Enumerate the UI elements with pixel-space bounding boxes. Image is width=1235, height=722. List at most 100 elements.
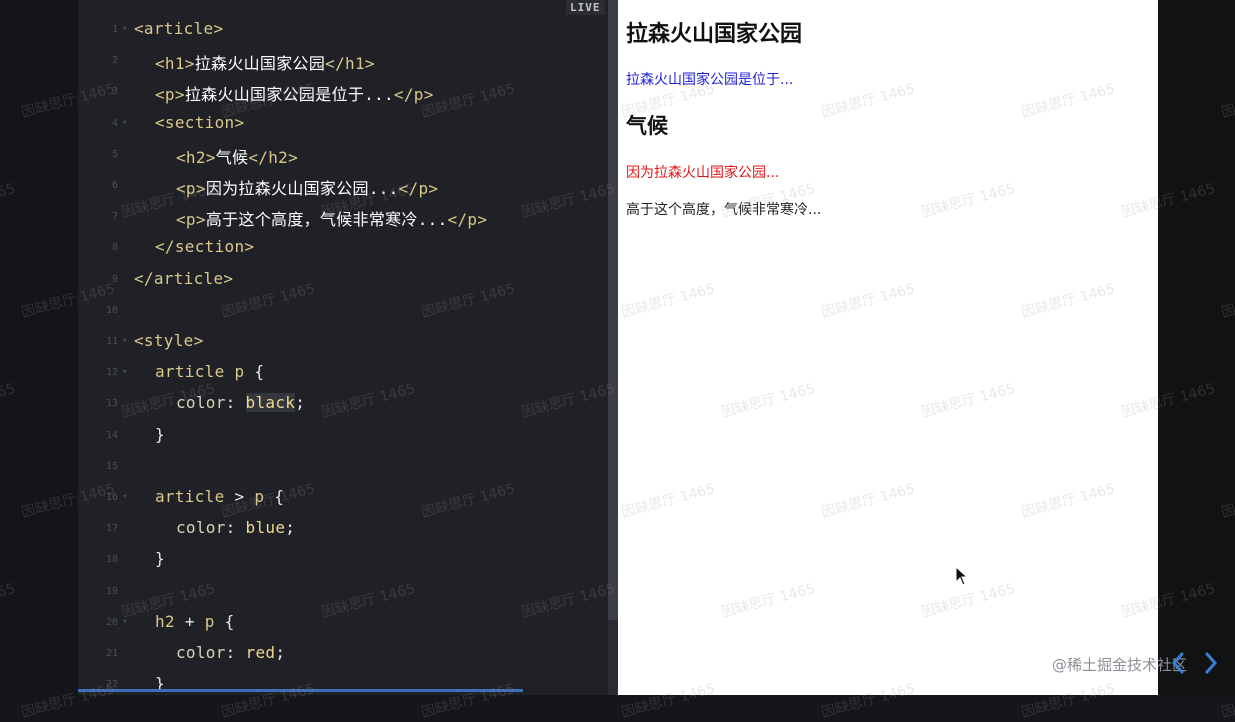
line-number: 17 xyxy=(105,523,118,535)
code-text: <p>高于这个高度，气候非常寒冷...</p> xyxy=(176,206,487,230)
code-token: + xyxy=(184,611,205,631)
code-token: ; xyxy=(295,393,306,413)
code-token: <article> xyxy=(134,19,224,38)
code-token: 拉森火山国家公园是位于... xyxy=(184,85,394,105)
fold-toggle-icon[interactable]: ▾ xyxy=(122,617,127,627)
line-number: 15 xyxy=(105,460,118,472)
line-number: 10 xyxy=(105,304,118,316)
fold-toggle-icon[interactable]: ▾ xyxy=(122,336,127,346)
fold-toggle-icon[interactable]: ▾ xyxy=(122,367,127,377)
line-number: 5 xyxy=(111,148,118,160)
code-token: : xyxy=(225,393,246,413)
code-token: black xyxy=(245,393,296,413)
live-preview-pane: 拉森火山国家公园 拉森火山国家公园是位于... 气候 因为拉森火山国家公园...… xyxy=(618,0,1158,695)
code-line[interactable]: 4 ▾ <section> xyxy=(78,109,608,140)
line-number: 1 xyxy=(111,24,118,35)
code-token: <section> xyxy=(155,112,245,132)
line-number: 11 xyxy=(105,336,118,347)
code-token: <h1> xyxy=(155,54,195,74)
code-token: color xyxy=(176,643,226,662)
line-number: 6 xyxy=(111,180,118,191)
code-text: </section> xyxy=(155,237,254,256)
preview-paragraph-cold: 高于这个高度，气候非常寒冷... xyxy=(626,202,822,218)
code-line[interactable]: 18} xyxy=(78,545,608,576)
video-frame-right xyxy=(1158,0,1235,695)
video-frame-left xyxy=(0,0,78,695)
line-number: 21 xyxy=(105,648,118,659)
code-line[interactable]: 20 ▾ h2 + p { xyxy=(78,608,608,639)
code-line[interactable]: 16 ▾ article > p { xyxy=(78,483,608,514)
code-text: <style> xyxy=(134,331,204,350)
code-token: </section> xyxy=(155,237,255,257)
line-number: 2 xyxy=(111,55,118,67)
code-token: <h2> xyxy=(176,147,216,167)
code-line[interactable]: 15 xyxy=(78,452,608,483)
code-text: <article> xyxy=(134,19,223,38)
code-token: <p> xyxy=(155,85,185,105)
line-number: 14 xyxy=(105,429,118,441)
code-token: blue xyxy=(245,518,286,538)
code-line[interactable]: 5 <h2>气候</h2> xyxy=(78,140,608,171)
code-line[interactable]: 11 ▾ <style> xyxy=(78,327,608,358)
code-text: article > p { xyxy=(155,487,284,506)
code-token: ; xyxy=(275,643,286,662)
fold-toggle-icon[interactable]: ▾ xyxy=(122,24,127,34)
code-token: </h2> xyxy=(248,147,299,167)
code-token: 拉森火山国家公园 xyxy=(194,54,326,74)
line-number: 20 xyxy=(105,616,118,628)
code-token: { xyxy=(224,611,235,631)
code-line[interactable]: 21 color: red; xyxy=(78,639,608,670)
code-token: 高于这个高度，气候非常寒冷... xyxy=(205,210,448,230)
code-token: p xyxy=(254,487,275,506)
code-text: color: red; xyxy=(176,643,285,662)
code-token: </p> xyxy=(447,210,488,230)
code-text: h2 + p { xyxy=(155,612,235,631)
code-line[interactable]: 7 <p>高于这个高度，气候非常寒冷...</p> xyxy=(78,202,608,233)
code-token: </p> xyxy=(393,85,434,105)
code-token: <p> xyxy=(176,179,206,198)
code-line[interactable]: 19 xyxy=(78,577,608,608)
chevron-left-icon[interactable] xyxy=(1170,651,1186,675)
code-line[interactable]: 3 <p>拉森火山国家公园是位于...</p> xyxy=(78,77,608,108)
live-preview-label: LIVE xyxy=(566,0,605,15)
code-text: } xyxy=(155,425,165,444)
editor-scrollbar-thumb[interactable] xyxy=(608,0,618,620)
code-text: color: black; xyxy=(176,393,306,413)
fold-toggle-icon[interactable]: ▾ xyxy=(122,492,127,502)
preview-paragraph-intro: 拉森火山国家公园是位于... xyxy=(626,72,794,88)
code-text: article p { xyxy=(155,362,264,381)
line-number: 19 xyxy=(105,585,118,597)
code-token: { xyxy=(254,362,265,382)
code-text: <h2>气候</h2> xyxy=(176,144,298,168)
code-line[interactable]: 1 ▾ <article> xyxy=(78,15,608,46)
code-token: > xyxy=(234,487,255,506)
code-line[interactable]: 12 ▾ article p { xyxy=(78,358,608,389)
fold-toggle-icon[interactable]: ▾ xyxy=(122,118,127,128)
code-token: : xyxy=(225,643,246,662)
code-token: </article> xyxy=(134,268,234,288)
code-editor[interactable]: 1 ▾ <article> 2 <h1>拉森火山国家公园</h1> 3 <p>拉森火山国家公… xyxy=(78,0,608,695)
credit-text: @稀土掘金技术社区 xyxy=(1052,656,1188,674)
preview-heading-1: 拉森火山国家公园 xyxy=(626,22,803,47)
code-token: 因为拉森火山国家公园... xyxy=(205,179,399,198)
chevron-right-icon[interactable] xyxy=(1203,651,1219,675)
code-text: } xyxy=(155,549,165,568)
code-line[interactable]: 10 xyxy=(78,296,608,327)
code-token: red xyxy=(245,643,276,662)
code-token: </h1> xyxy=(325,54,375,74)
line-number: 4 xyxy=(111,117,118,129)
code-token: color xyxy=(176,518,226,538)
code-line[interactable]: 2 <h1>拉森火山国家公园</h1> xyxy=(78,46,608,77)
line-number: 3 xyxy=(111,86,118,98)
code-line[interactable]: 14} xyxy=(78,421,608,452)
code-line[interactable]: 13 color: black; xyxy=(78,389,608,420)
code-line[interactable]: 6 <p>因为拉森火山国家公园...</p> xyxy=(78,171,608,202)
code-line[interactable]: 9 </article> xyxy=(78,265,608,296)
code-text: color: blue; xyxy=(176,518,295,537)
code-token: : xyxy=(225,518,246,538)
code-token: { xyxy=(274,487,285,506)
code-line[interactable]: 17 color: blue; xyxy=(78,514,608,545)
code-line[interactable]: 8 </section> xyxy=(78,233,608,264)
line-number: 16 xyxy=(105,492,118,503)
mouse-cursor-icon xyxy=(955,566,969,586)
